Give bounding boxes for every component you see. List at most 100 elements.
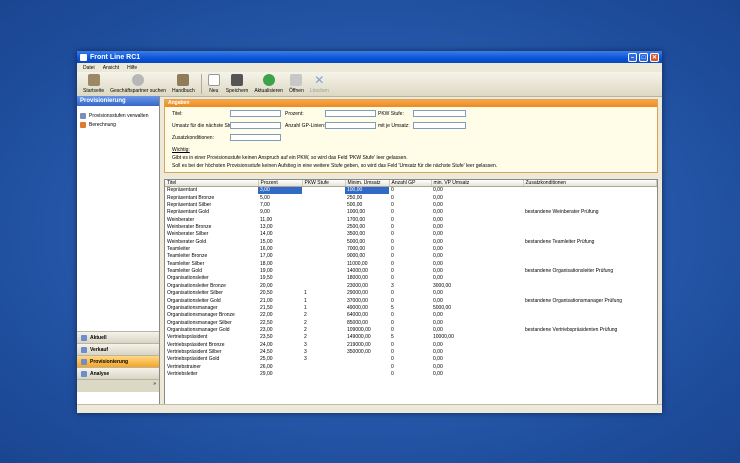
geschaeftspartner-suchen-button[interactable]: Geschäftspartner suchen <box>107 74 169 96</box>
table-cell: 0 <box>391 268 394 275</box>
table-cell <box>345 364 389 371</box>
table-row[interactable]: Weinberater 11,00 1700,00 0 0,00 <box>165 216 657 223</box>
minimize-button[interactable]: – <box>628 52 637 62</box>
calculator-icon <box>80 122 86 128</box>
table-cell: 3500,00 <box>347 231 366 238</box>
table-row[interactable]: Vertriebspräsident 23,50 2 149000,00 5 10000,… <box>165 334 657 341</box>
table-row[interactable]: Organisationsmanager Bronze 22,00 2 64000,0… <box>165 312 657 319</box>
table-row[interactable]: Vertriebstrainer 26,00 0 0,00 <box>165 364 657 371</box>
table-row[interactable]: Repräsentant Silber 7,00 500,00 0 0,00 <box>165 202 657 209</box>
loeschen-button[interactable]: ✕ Löschen <box>307 74 332 96</box>
table-cell <box>302 268 345 275</box>
table-row[interactable]: Organisationsleiter 19,50 18000,00 0 0,00 <box>165 275 657 282</box>
table-row[interactable]: Organisationsleiter Silber 20,50 1 29000,00… <box>165 290 657 297</box>
table-cell: 3 <box>304 341 307 348</box>
table-cell <box>523 253 657 260</box>
table-row[interactable]: Weinberater Gold 15,00 5000,00 0 0,00 bestand… <box>165 239 657 246</box>
table-row[interactable]: Organisationsmanager Silber 22,50 2 85000,0… <box>165 319 657 326</box>
new-document-icon <box>207 74 220 86</box>
neu-button[interactable]: Neu <box>205 74 223 96</box>
table-cell <box>523 305 657 312</box>
table-cell <box>302 275 345 282</box>
table-cell <box>523 349 657 356</box>
table-cell: Vertriebspräsident Silber <box>167 349 222 356</box>
title-bar[interactable]: Front Line RC1 – □ ✕ <box>77 51 662 63</box>
table-row[interactable]: Teamleiter Gold 19,00 14000,00 0 0,00 bestand… <box>165 268 657 275</box>
table-cell: 2 <box>304 327 307 333</box>
table-row[interactable]: Organisationsmanager Gold 23,00 2 109000,00… <box>165 327 657 334</box>
table-cell: bestandene Weinberater Prüfung <box>525 209 599 216</box>
table-cell: 3 <box>391 282 394 289</box>
sidebar-item-provisionsstufen[interactable]: Provisionsstufen verwalten <box>77 110 159 119</box>
sidebar-item-berechnung[interactable]: Berechnung <box>77 119 159 128</box>
table-row[interactable]: Vertriebspräsident Gold 25,00 3 0 0,00 <box>165 356 657 363</box>
table-cell: 14000,00 <box>347 268 368 275</box>
pkw-stufe-input[interactable] <box>413 110 466 117</box>
table-row[interactable]: Vertriebspräsident Bronze 24,00 3 219000,00… <box>165 342 657 349</box>
mit-je-umsatz-input[interactable] <box>413 122 466 129</box>
table-cell <box>523 224 657 231</box>
table-cell: Organisationsmanager Bronze <box>167 312 235 319</box>
chevron-icon[interactable]: » <box>153 381 156 387</box>
app-icon <box>80 53 87 61</box>
table-cell: 17,00 <box>260 253 273 260</box>
menu-datei[interactable]: Datei <box>83 65 95 71</box>
aktualisieren-button[interactable]: Aktualisieren <box>251 74 286 96</box>
table-cell: 25,00 <box>260 356 273 363</box>
menu-hilfe[interactable]: Hilfe <box>127 65 137 71</box>
table-row[interactable]: Teamleiter Silber 18,00 11000,00 0 0,00 <box>165 261 657 268</box>
table-row[interactable]: Weinberater Bronze 13,00 2500,00 0 0,00 <box>165 224 657 231</box>
maximize-button[interactable]: □ <box>639 52 648 62</box>
speichern-button[interactable]: Speichern <box>223 74 252 96</box>
table-cell: Weinberater Silber <box>167 231 209 238</box>
table-row[interactable]: Repräsentant 3,00 100,00 0 0,00 <box>165 186 657 195</box>
table-row[interactable]: Repräsentant Gold 9,00 1000,00 0 0,00 bestand… <box>165 209 657 216</box>
table-cell: 0,00 <box>433 216 443 223</box>
refresh-icon <box>262 74 275 86</box>
table-cell: 18000,00 <box>347 275 368 282</box>
umsatz-input[interactable] <box>230 122 281 129</box>
sidebar-navigation: Aktuell Verkauf Provisionierung Analyse … <box>77 331 159 392</box>
table-row[interactable]: Teamleiter Bronze 17,00 9000,00 0 0,00 <box>165 253 657 260</box>
zusatz-label: Zusatzkonditionen: <box>172 135 214 141</box>
table-cell: 0,00 <box>433 260 443 267</box>
anzahl-gp-input[interactable] <box>325 122 376 129</box>
table-cell <box>523 312 657 319</box>
nav-verkauf[interactable]: Verkauf <box>77 343 159 355</box>
table-row[interactable]: Organisationsmanager 21,50 1 49000,00 5 5000,… <box>165 305 657 312</box>
handbuch-button[interactable]: Handbuch <box>169 74 198 96</box>
table-cell: Weinberater Gold <box>167 238 207 245</box>
table-row[interactable]: Teamleiter 16,00 7000,00 0 0,00 <box>165 246 657 253</box>
app-window: Front Line RC1 – □ ✕ Datei Ansicht Hilfe… <box>77 51 662 413</box>
table-row[interactable]: Weinberater Silber 14,00 3500,00 0 0,00 <box>165 231 657 238</box>
table-cell: 109000,00 <box>347 327 371 333</box>
titel-input[interactable] <box>230 110 281 117</box>
anzahl-gp-label: Anzahl GP-Linien: <box>285 123 326 129</box>
menu-ansicht[interactable]: Ansicht <box>103 65 119 71</box>
nav-provisionierung[interactable]: Provisionierung <box>77 355 159 367</box>
table-cell: 19,50 <box>260 275 273 282</box>
table-cell: 0,00 <box>433 187 443 194</box>
table-cell: 3 <box>304 356 307 363</box>
nav-aktuell[interactable]: Aktuell <box>77 331 159 343</box>
zusatz-input[interactable] <box>230 134 281 141</box>
oeffnen-button[interactable]: Öffnen <box>286 74 307 96</box>
home-icon <box>87 74 100 86</box>
startseite-button[interactable]: Startseite <box>80 74 107 96</box>
prozent-input[interactable] <box>325 110 376 117</box>
table-cell: 0 <box>391 238 394 245</box>
table-cell <box>523 319 657 326</box>
table-cell: 0 <box>391 231 394 238</box>
table-cell: bestandene Teamleiter Prüfung <box>525 238 595 245</box>
table-cell: 0,00 <box>433 231 443 238</box>
table-row[interactable]: Vertriebsleiter 29,00 0 0,00 <box>165 371 657 378</box>
table-cell: 1 <box>304 297 307 304</box>
nav-options[interactable]: » <box>77 379 159 392</box>
table-row[interactable]: Organisationsleiter Bronze 20,00 23000,00 3… <box>165 283 657 290</box>
close-button[interactable]: ✕ <box>650 52 659 62</box>
table-row[interactable]: Repräsentant Bronze 5,00 250,00 0 0,00 <box>165 194 657 201</box>
table-row[interactable]: Organisationsleiter Gold 21,00 1 37000,00 0 0… <box>165 297 657 304</box>
nav-analyse[interactable]: Analyse <box>77 367 159 379</box>
table-cell: 5 <box>391 304 394 311</box>
table-row[interactable]: Vertriebspräsident Silber 24,50 3 350000,00… <box>165 349 657 356</box>
